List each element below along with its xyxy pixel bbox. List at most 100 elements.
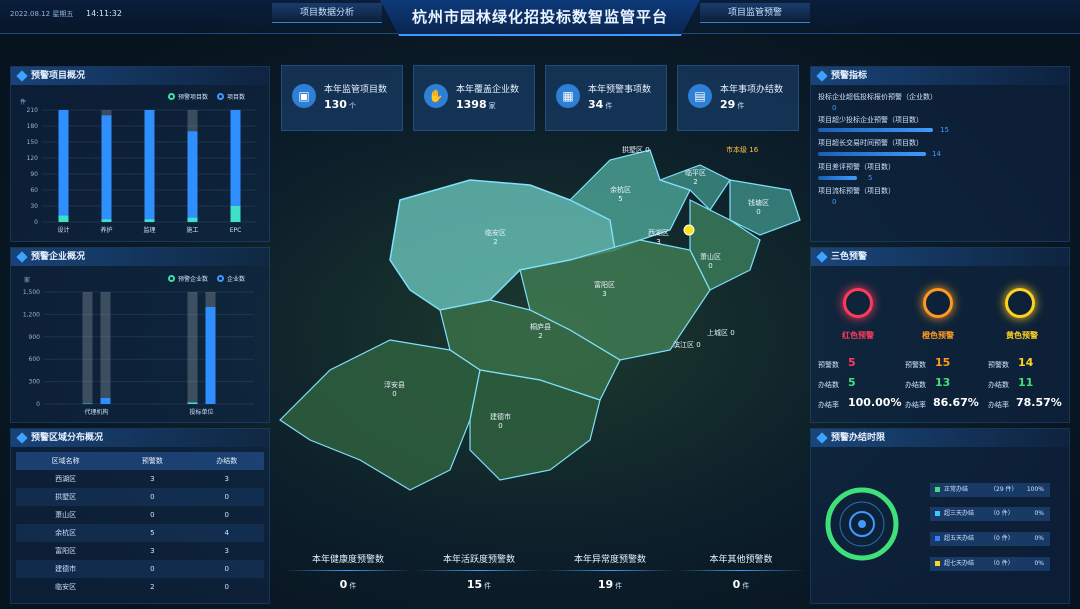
hangzhou-map[interactable]	[270, 140, 810, 500]
table-row[interactable]: 富阳区 3 3	[16, 542, 264, 560]
x-tick-label: EPC	[230, 227, 242, 234]
x-tick-label: 监理	[143, 226, 155, 234]
bar-warning	[230, 206, 241, 222]
y-tick-label: 180	[27, 123, 39, 130]
deadline-label: 超三天办结	[944, 510, 975, 517]
tab-project-warning[interactable]: 项目监管预警	[700, 3, 810, 23]
table-row[interactable]: 西湖区 3 3	[16, 470, 264, 488]
panel-title: 预警企业概况	[11, 248, 269, 266]
y-tick-label: 120	[27, 155, 39, 162]
warning-index-bar	[818, 176, 857, 180]
stat-unit: 件	[605, 102, 613, 110]
stat-unit: 家	[488, 102, 496, 110]
bar-total	[187, 131, 198, 222]
map-label-xiaoshan: 萧山区 0	[700, 252, 721, 270]
x-tick-label: 代理机构	[84, 408, 108, 416]
stat-unit: 件	[349, 582, 357, 590]
orange-warn-count: 15	[935, 356, 951, 369]
legend-square	[935, 487, 940, 492]
table-cell: 5	[115, 524, 190, 542]
deadline-item-normal[interactable]: 正常办结 （29 件） 100%	[930, 483, 1050, 497]
deadline-item-5days[interactable]: 超五天办结 （0 件） 0%	[930, 532, 1050, 546]
x-tick-label: 养护	[100, 226, 112, 234]
map-label-tonglu: 桐庐县 2	[530, 322, 551, 340]
map-label-name: 临安区	[485, 229, 506, 237]
page-title: 杭州市园林绿化招投标数智监管平台	[411, 8, 668, 26]
red-done-rate: 100.00%	[848, 396, 902, 409]
y-tick-label: 30	[30, 203, 38, 210]
map-label-value: 0	[645, 146, 650, 154]
y-axis-unit: 家	[24, 276, 30, 284]
legend-square	[935, 511, 940, 516]
bar-track	[100, 292, 111, 404]
column-header: 区域名称	[16, 452, 116, 470]
stat-number: 29	[720, 98, 736, 111]
panel-title: 预警项目概况	[11, 67, 269, 85]
map-label-city: 市本级 16	[726, 145, 758, 155]
stat-card-enterprises[interactable]: ✋ 本年覆盖企业数 1398 家	[413, 65, 535, 131]
yellow-alarm-icon	[1005, 288, 1035, 318]
table-header-row: 区域名称 预警数 办结数	[16, 452, 264, 470]
stat-card-projects[interactable]: ▣ 本年监管项目数 130 个	[281, 65, 403, 131]
enterprise-bar-chart: 家 0 300 600 900 1,200 1,500 代理机构 投标单位	[23, 276, 254, 416]
y-tick-label: 300	[29, 379, 41, 386]
region-table: 区域名称 预警数 办结数 西湖区 3 3 拱墅区 0 0 萧山区 0 0 余杭区 5 4 富阳区…	[16, 452, 264, 596]
map-label-value: 3	[656, 238, 661, 246]
tab-project-analysis[interactable]: 项目数据分析	[272, 3, 382, 23]
x-tick-label: 设计	[57, 226, 69, 234]
table-cell: 建德市	[16, 560, 116, 578]
table-cell: 0	[115, 488, 190, 506]
orange-done-rate: 86.67%	[933, 396, 979, 409]
table-row[interactable]: 拱墅区 0 0	[16, 488, 264, 506]
deadline-item-7days[interactable]: 超七天办结 （0 件） 0%	[930, 557, 1050, 571]
table-row[interactable]: 临安区 2 0	[16, 578, 264, 596]
location-pin-icon[interactable]	[683, 224, 695, 236]
done-rate-label: 办结率	[818, 401, 839, 409]
table-cell: 0	[189, 488, 264, 506]
map-region-chunan[interactable]	[279, 339, 481, 491]
stat-value: 34 件	[588, 98, 612, 111]
bar-warning	[101, 219, 112, 222]
map-label-value: 3	[602, 290, 607, 298]
map-label-name: 滨江区	[673, 341, 694, 349]
map-label-name: 萧山区	[700, 253, 721, 261]
map-label-yuhang: 余杭区 5	[610, 185, 631, 203]
table-cell: 3	[224, 475, 230, 483]
deadline-count: （0 件）	[990, 560, 1014, 567]
warning-index-label: 项目超少投标企业预警（项目数）	[818, 116, 923, 124]
table-row[interactable]: 建德市 0 0	[16, 560, 264, 578]
deadline-item-3days[interactable]: 超三天办结 （0 件） 0%	[930, 507, 1050, 521]
bar-total	[230, 110, 241, 222]
orange-warning-label: 橙色预警	[922, 331, 954, 340]
stat-unit: 件	[615, 582, 623, 590]
warning-index-bar	[818, 128, 933, 132]
bottom-stat-number: 0	[339, 578, 348, 591]
map-label-linan: 临安区 2	[485, 228, 506, 246]
stat-card-completed[interactable]: ▤ 本年事项办结数 29 件	[677, 65, 799, 131]
bar-warning	[187, 402, 198, 404]
map-label-name: 拱墅区	[622, 146, 643, 154]
bar-track	[187, 292, 198, 404]
deadline-label: 超七天办结	[944, 560, 975, 567]
bar-total	[58, 110, 69, 222]
map-label-name: 上城区	[707, 329, 728, 337]
stat-label: 本年预警事项数	[588, 85, 652, 95]
map-label-value: 2	[538, 332, 543, 340]
bar-total	[100, 398, 111, 404]
table-cell: 0	[189, 560, 264, 578]
stat-label: 本年事项办结数	[720, 85, 784, 95]
stat-label: 本年覆盖企业数	[456, 85, 520, 95]
table-row[interactable]: 萧山区 0 0	[16, 506, 264, 524]
deadline-label: 正常办结	[944, 486, 969, 493]
map-label-name: 富阳区	[594, 281, 615, 289]
deadline-count: （0 件）	[990, 535, 1014, 542]
table-row[interactable]: 余杭区 5 4	[16, 524, 264, 542]
stat-label: 本年监管项目数	[324, 85, 388, 95]
y-tick-label: 0	[34, 219, 38, 226]
stat-card-warnings[interactable]: ▦ 本年预警事项数 34 件	[545, 65, 667, 131]
red-warning-label: 红色预警	[842, 331, 874, 340]
panel-title: 三色预警	[811, 248, 1069, 266]
y-tick-label: 1,200	[23, 311, 40, 318]
y-tick-label: 150	[27, 139, 39, 146]
table-cell: 0	[224, 511, 230, 519]
